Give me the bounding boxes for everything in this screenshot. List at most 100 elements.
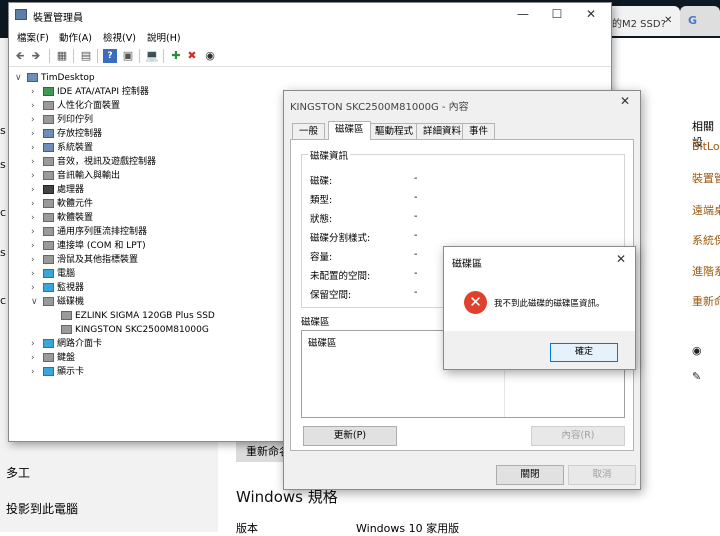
chevron-right-icon[interactable]: › (31, 253, 41, 267)
volume-properties-button[interactable]: 內容(R) (531, 426, 625, 446)
tree-item[interactable]: › 顯示卡 (31, 365, 84, 379)
chevron-right-icon[interactable]: › (31, 337, 41, 351)
hid-icon (43, 101, 54, 110)
tab-volumes[interactable]: 磁碟區 (328, 121, 371, 140)
back-icon[interactable]: 🡸 (13, 49, 27, 63)
chevron-down-icon[interactable]: ∨ (31, 295, 41, 309)
related-link[interactable]: 進階系 (692, 263, 720, 279)
browser-tab[interactable]: 的M2 SSD? ✕ (600, 6, 680, 36)
tree-item[interactable]: › 鍵盤 (31, 351, 75, 365)
chevron-right-icon[interactable]: › (31, 85, 41, 99)
forward-icon[interactable]: 🡺 (29, 49, 43, 63)
chevron-right-icon[interactable]: › (31, 183, 41, 197)
computer-icon (27, 73, 38, 82)
chevron-right-icon[interactable]: › (31, 127, 41, 141)
ok-button[interactable]: 確定 (550, 343, 618, 362)
related-link[interactable]: 系統保 (692, 232, 720, 248)
chevron-right-icon[interactable]: › (31, 351, 41, 365)
related-link[interactable]: BitLoc (692, 140, 720, 153)
browser-tab[interactable]: G (680, 6, 720, 36)
chevron-right-icon[interactable]: › (31, 365, 41, 379)
chevron-right-icon[interactable]: › (31, 169, 41, 183)
edition-value: Windows 10 家用版 (356, 522, 460, 535)
sidebar-item-project[interactable]: 投影到此電腦 (6, 500, 78, 517)
tree-child[interactable]: EZLINK SIGMA 120GB Plus SSD (59, 309, 215, 323)
tree-item[interactable]: › IDE ATA/ATAPI 控制器 (31, 85, 149, 99)
tab-general[interactable]: 一般 (292, 123, 326, 139)
refresh-button[interactable]: 更新(P) (303, 426, 397, 446)
keyboard-icon (43, 353, 54, 362)
chevron-right-icon[interactable]: › (31, 113, 41, 127)
menu-file[interactable]: 檔案(F) (17, 30, 49, 44)
chevron-right-icon[interactable]: › (31, 197, 41, 211)
chevron-right-icon[interactable]: › (31, 141, 41, 155)
computer-icon (43, 269, 54, 278)
chevron-right-icon[interactable]: › (31, 281, 41, 295)
volumes-column-header[interactable]: 磁碟區 (308, 335, 337, 349)
chevron-right-icon[interactable]: › (31, 211, 41, 225)
sidebar-stub: s (0, 124, 6, 137)
close-icon[interactable]: ✕ (620, 94, 630, 108)
menu-action[interactable]: 動作(A) (59, 30, 92, 44)
tab-events[interactable]: 事件 (462, 123, 496, 139)
tree-child[interactable]: KINGSTON SKC2500M81000G (59, 323, 209, 337)
software-component-icon (43, 199, 54, 208)
field-value: - (414, 192, 418, 203)
tree-item[interactable]: › 連接埠 (COM 和 LPT) (31, 239, 146, 253)
chevron-right-icon[interactable]: › (31, 155, 41, 169)
port-icon (43, 241, 54, 250)
menu-view[interactable]: 檢視(V) (103, 30, 136, 44)
cancel-button[interactable]: 取消 (568, 465, 636, 485)
chevron-right-icon[interactable]: › (31, 267, 41, 281)
chevron-right-icon[interactable]: › (31, 225, 41, 239)
tree-item[interactable]: › 系統裝置 (31, 141, 93, 155)
tab-details[interactable]: 詳細資料 (416, 123, 469, 139)
tree-item[interactable]: › 滑鼠及其他指標裝置 (31, 253, 138, 267)
group-title: 磁碟資訊 (308, 148, 351, 162)
tree-item[interactable]: › 軟體元件 (31, 197, 93, 211)
tree-item[interactable]: › 軟體裝置 (31, 211, 93, 225)
tree-item[interactable]: ∨ 磁碟機 (31, 295, 84, 309)
tree-item[interactable]: › 列印佇列 (31, 113, 93, 127)
tree-root[interactable]: ∨ TimDesktop (15, 71, 95, 85)
feedback-icon[interactable]: ✎ (692, 370, 701, 383)
chevron-right-icon[interactable]: › (31, 239, 41, 253)
tree-item[interactable]: › 通用序列匯流排控制器 (31, 225, 147, 239)
menu-help[interactable]: 說明(H) (147, 30, 181, 44)
close-dialog-button[interactable]: 關閉 (496, 465, 564, 485)
tree-item[interactable]: › 監視器 (31, 281, 84, 295)
tree-item[interactable]: › 人性化介面裝置 (31, 99, 120, 113)
message-title: 磁碟區 (452, 259, 482, 270)
audio-icon (43, 157, 54, 166)
close-button[interactable]: ✕ (577, 5, 605, 23)
uninstall-icon[interactable]: ✖ (185, 49, 199, 63)
related-link[interactable]: 遠端桌 (692, 202, 720, 218)
sidebar-stub: c (0, 294, 7, 307)
tree-item[interactable]: › 音效，視訊及遊戲控制器 (31, 155, 156, 169)
update-driver-icon[interactable]: ▣ (121, 49, 135, 63)
tree-item[interactable]: › 存放控制器 (31, 127, 102, 141)
tree-item[interactable]: › 電腦 (31, 267, 75, 281)
close-icon[interactable]: ✕ (664, 15, 672, 26)
tree-item[interactable]: › 處理器 (31, 183, 84, 197)
view-icon[interactable]: ▦ (55, 49, 69, 63)
properties-icon[interactable]: ▤ (79, 49, 93, 63)
help-icon[interactable]: ◉ (692, 344, 702, 357)
tab-driver[interactable]: 驅動程式 (368, 123, 421, 139)
close-icon[interactable]: ✕ (616, 252, 626, 266)
related-link[interactable]: 重新命 (692, 293, 720, 309)
field-value: - (414, 211, 418, 222)
tree-item[interactable]: › 音訊輸入與輸出 (31, 169, 120, 183)
disable-icon[interactable]: ◉ (203, 49, 217, 63)
sidebar-item-multitasking[interactable]: 多工 (6, 464, 30, 481)
add-device-icon[interactable]: ✚ (169, 49, 183, 63)
field-value: - (414, 230, 418, 241)
tree-item[interactable]: › 網路介面卡 (31, 337, 102, 351)
related-link[interactable]: 裝置管 (692, 170, 720, 186)
scan-hardware-icon[interactable]: 💻 (145, 49, 159, 63)
chevron-down-icon[interactable]: ∨ (15, 71, 25, 85)
maximize-button[interactable]: ☐ (543, 5, 571, 23)
minimize-button[interactable]: — (509, 5, 537, 23)
chevron-right-icon[interactable]: › (31, 99, 41, 113)
help-icon[interactable]: ? (103, 49, 117, 63)
